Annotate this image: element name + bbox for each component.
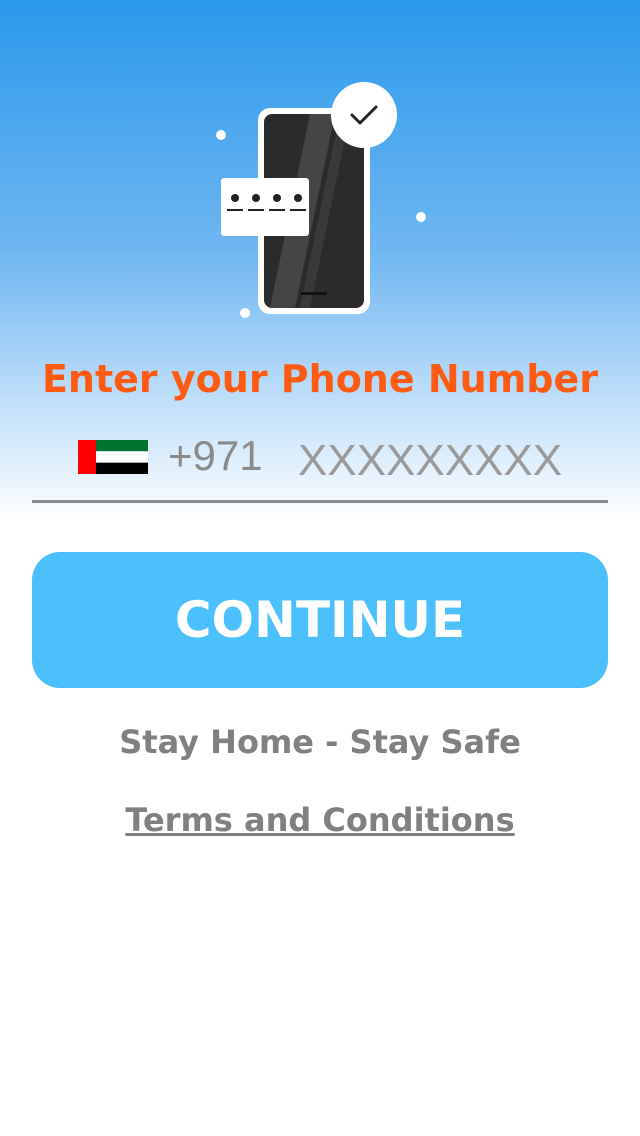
phone-number-input[interactable] bbox=[298, 434, 598, 488]
tagline: Stay Home - Stay Safe bbox=[119, 723, 521, 761]
page-title: Enter your Phone Number bbox=[41, 357, 599, 401]
terms-link[interactable]: Terms and Conditions bbox=[0, 798, 640, 842]
uae-flag-icon[interactable] bbox=[78, 440, 148, 474]
phone-verification-illustration bbox=[200, 70, 440, 330]
phone-icon bbox=[216, 82, 426, 318]
country-code[interactable]: +971 bbox=[168, 430, 263, 482]
check-icon bbox=[331, 82, 397, 148]
continue-button[interactable]: CONTINUE bbox=[32, 552, 608, 688]
phone-number-row: +971 bbox=[32, 418, 608, 503]
